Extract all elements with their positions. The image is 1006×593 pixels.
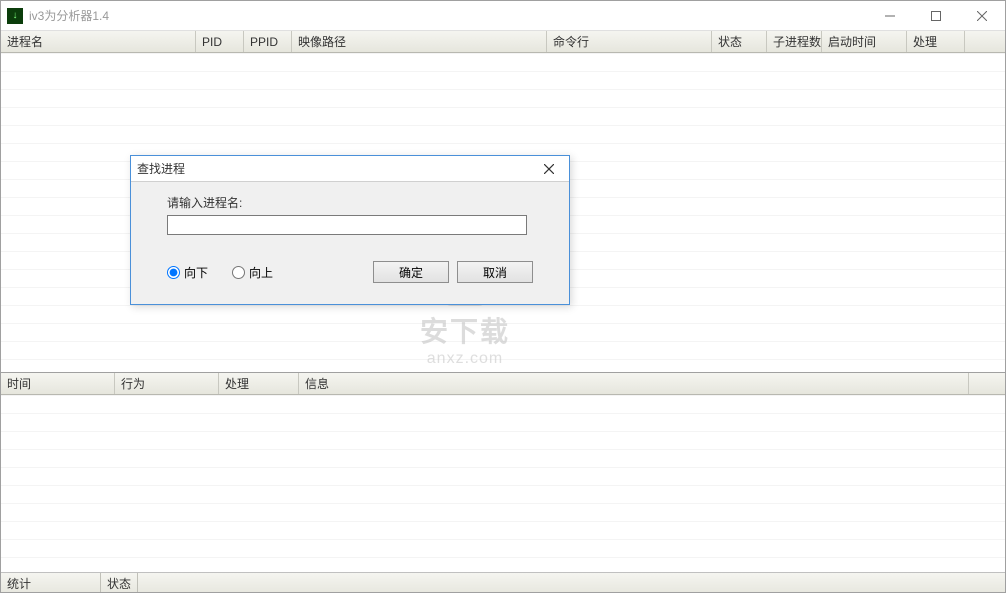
window-controls xyxy=(867,1,1005,30)
grid-lines xyxy=(1,395,1005,572)
column-header[interactable]: PPID xyxy=(244,31,292,52)
column-header[interactable]: 命令行 xyxy=(547,31,712,52)
ok-button[interactable]: 确定 xyxy=(373,261,449,283)
dialog-close-button[interactable] xyxy=(535,159,563,179)
dialog-body: 请输入进程名: 向下 向上 确定 取消 xyxy=(131,182,569,293)
process-name-label: 请输入进程名: xyxy=(167,194,533,211)
event-grid-body[interactable] xyxy=(1,395,1005,572)
maximize-button[interactable] xyxy=(913,1,959,30)
dialog-titlebar[interactable]: 查找进程 xyxy=(131,156,569,182)
column-header[interactable]: 状态 xyxy=(712,31,767,52)
column-header[interactable]: 子进程数 xyxy=(767,31,822,52)
status-stats: 统计 xyxy=(1,573,101,592)
column-header[interactable]: PID xyxy=(196,31,244,52)
radio-up-input[interactable] xyxy=(232,266,245,279)
column-header[interactable]: 进程名 xyxy=(1,31,196,52)
dialog-options-row: 向下 向上 确定 取消 xyxy=(167,261,533,283)
app-icon: ↓ xyxy=(7,8,23,24)
process-grid-header: 进程名PIDPPID映像路径命令行状态子进程数启动时间处理 xyxy=(1,31,1005,53)
radio-down-input[interactable] xyxy=(167,266,180,279)
dialog-buttons: 确定 取消 xyxy=(373,261,533,283)
titlebar[interactable]: ↓ iv3为分析器1.4 xyxy=(1,1,1005,31)
find-process-dialog: 查找进程 请输入进程名: 向下 向上 确定 取消 xyxy=(130,155,570,305)
status-state: 状态 xyxy=(101,573,138,592)
radio-up-label: 向上 xyxy=(249,264,273,281)
column-header[interactable]: 信息 xyxy=(299,373,969,394)
event-list-panel: 时间行为处理信息 xyxy=(1,373,1005,572)
radio-down-label: 向下 xyxy=(184,264,208,281)
column-header[interactable]: 映像路径 xyxy=(292,31,547,52)
window-title: iv3为分析器1.4 xyxy=(29,7,867,24)
cancel-button[interactable]: 取消 xyxy=(457,261,533,283)
direction-down-radio[interactable]: 向下 xyxy=(167,264,208,281)
column-header[interactable]: 处理 xyxy=(219,373,299,394)
direction-up-radio[interactable]: 向上 xyxy=(232,264,273,281)
dialog-title: 查找进程 xyxy=(137,160,535,177)
event-grid-header: 时间行为处理信息 xyxy=(1,373,1005,395)
statusbar: 统计 状态 xyxy=(1,572,1005,592)
column-header[interactable]: 处理 xyxy=(907,31,965,52)
close-button[interactable] xyxy=(959,1,1005,30)
process-name-input[interactable] xyxy=(167,215,527,235)
column-header[interactable]: 行为 xyxy=(115,373,219,394)
column-header[interactable]: 启动时间 xyxy=(822,31,907,52)
column-header[interactable]: 时间 xyxy=(1,373,115,394)
minimize-button[interactable] xyxy=(867,1,913,30)
